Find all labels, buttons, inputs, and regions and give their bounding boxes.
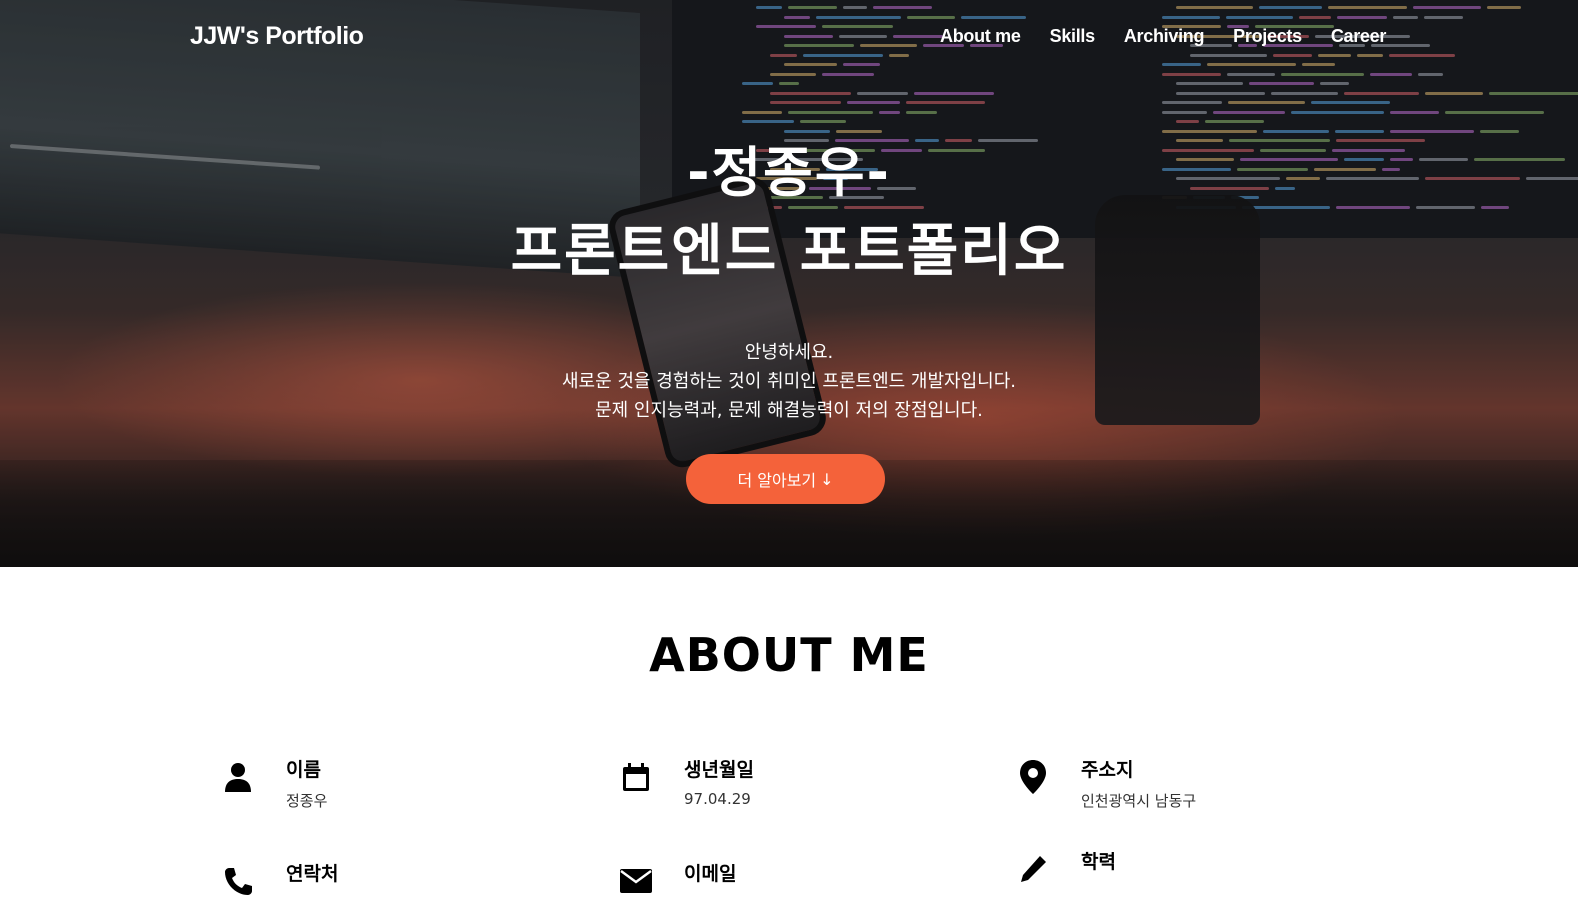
info-item-contact: 연락처 (218, 861, 338, 901)
learn-more-button[interactable]: 더 알아보기 ↓ (686, 454, 885, 504)
nav-links: About me Skills Archiving Projects Caree… (940, 26, 1415, 47)
info-value: 97.04.29 (684, 790, 751, 808)
info-item-address: 주소지 인천광역시 남동구 (1013, 757, 1196, 811)
calendar-icon (616, 757, 656, 797)
nav-link-archiving[interactable]: Archiving (1124, 26, 1205, 47)
info-item-education: 학력 (1013, 849, 1116, 889)
nav-link-projects[interactable]: Projects (1233, 26, 1302, 47)
hero-title-role: 프론트엔드 포트폴리오 (510, 219, 1068, 284)
info-label: 이메일 (684, 863, 737, 885)
nav-link-skills[interactable]: Skills (1050, 26, 1096, 47)
hero-intro-line: 안녕하세요. (744, 342, 834, 363)
arrow-down-icon: ↓ (820, 469, 834, 489)
hero-intro-line: 새로운 것을 경험하는 것이 취미인 프론트엔드 개발자입니다. (561, 371, 1017, 392)
info-item-birthdate: 생년월일 97.04.29 (616, 757, 754, 808)
nav-link-about-me[interactable]: About me (940, 26, 1021, 47)
hero-intro-line: 문제 인지능력과, 문제 해결능력이 저의 장점입니다. (595, 400, 983, 421)
info-label: 생년월일 (684, 759, 754, 781)
info-value: 정종우 (286, 792, 328, 810)
navbar: JJW's Portfolio About me Skills Archivin… (0, 0, 1578, 78)
learn-more-label: 더 알아보기 (737, 471, 817, 490)
location-pin-icon (1013, 757, 1053, 797)
about-title: ABOUT ME (649, 628, 929, 682)
phone-icon (218, 861, 258, 901)
brand-logo[interactable]: JJW's Portfolio (190, 22, 364, 51)
info-label: 이름 (286, 759, 321, 781)
info-label: 주소지 (1081, 759, 1134, 781)
pencil-icon (1013, 849, 1053, 889)
info-label: 연락처 (286, 863, 339, 885)
person-icon (218, 757, 258, 797)
info-item-name: 이름 정종우 (218, 757, 327, 811)
mail-icon (616, 861, 656, 901)
nav-link-career[interactable]: Career (1331, 26, 1387, 47)
info-item-email: 이메일 (616, 861, 736, 901)
info-label: 학력 (1081, 851, 1116, 873)
info-value: 인천광역시 남동구 (1081, 792, 1197, 810)
hero-title-name: -정종우- (687, 141, 891, 204)
hero-section: JJW's Portfolio About me Skills Archivin… (0, 0, 1578, 567)
